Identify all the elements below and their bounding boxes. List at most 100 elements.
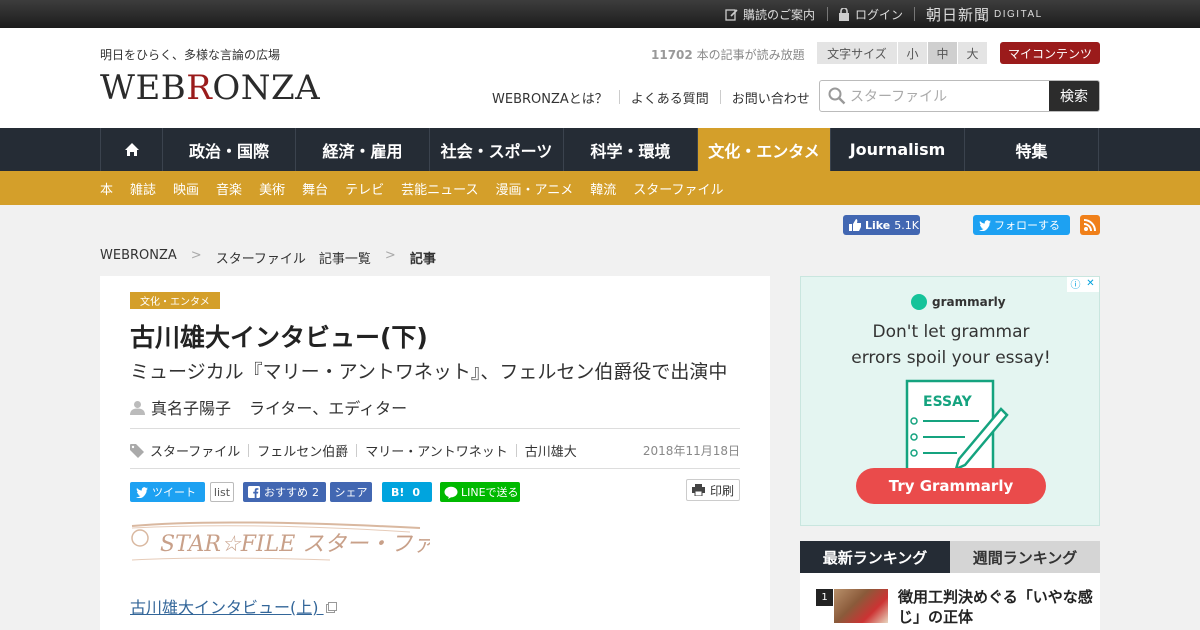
author-name[interactable]: 真名子陽子: [151, 395, 231, 419]
login-link[interactable]: ログイン: [838, 0, 903, 28]
top-bar: 購読のご案内 ログイン 朝日新聞 DIGITAL: [0, 0, 1200, 28]
font-size-small[interactable]: 小: [897, 42, 927, 64]
nav-item-journalism[interactable]: Journalism: [831, 128, 965, 171]
related-article-link[interactable]: 古川雄大インタビュー(上): [130, 594, 337, 618]
my-contents-button[interactable]: マイコンテンツ: [1000, 42, 1100, 64]
breadcrumb-home[interactable]: WEBRONZA: [100, 248, 177, 267]
print-button[interactable]: 印刷: [686, 479, 740, 501]
tag-list: スターファイル フェルセン伯爵 マリー・アントワネット 古川雄大: [130, 441, 577, 460]
facebook-like-button[interactable]: Like 5.1K: [843, 215, 920, 235]
font-size-switcher: 文字サイズ 小 中 大: [817, 42, 987, 64]
tab-weekly-ranking[interactable]: 週間ランキング: [950, 541, 1100, 573]
line-icon: [444, 486, 458, 499]
nav-item-economy[interactable]: 経済・雇用: [296, 128, 430, 171]
person-icon: [130, 400, 145, 415]
facebook-share-button[interactable]: シェア: [330, 482, 372, 502]
subnav-item[interactable]: 舞台: [302, 179, 328, 198]
ranking-item-title[interactable]: 徴用工判決めぐる「いやな感じ」の正体: [898, 587, 1093, 627]
contact-link[interactable]: お問い合わせ: [732, 88, 810, 107]
about-link[interactable]: WEBRONZAとは？: [492, 88, 608, 107]
asahi-digital-logo[interactable]: 朝日新聞 DIGITAL: [926, 0, 1043, 28]
grammarly-ad[interactable]: ⓘ ✕ grammarly Don't let grammar errors s…: [800, 276, 1100, 526]
tag-item[interactable]: 古川雄大: [525, 441, 577, 460]
logo-r: R: [186, 68, 213, 108]
divider: [356, 444, 358, 457]
subnav-item[interactable]: 韓流: [590, 179, 616, 198]
rss-button[interactable]: [1080, 215, 1100, 235]
nav-item-science[interactable]: 科学・環境: [564, 128, 698, 171]
twitter-bird-icon: [136, 486, 148, 498]
subnav-item[interactable]: 芸能ニュース: [401, 179, 478, 198]
divider: [827, 7, 828, 21]
font-size-label: 文字サイズ: [817, 42, 897, 64]
tag-item[interactable]: フェルセン伯爵: [257, 441, 348, 460]
line-share-button[interactable]: LINEで送る: [440, 482, 520, 502]
subnav-item[interactable]: 映画: [173, 179, 199, 198]
tweet-count: list: [210, 482, 234, 502]
printer-icon: [691, 484, 705, 496]
subnav-item[interactable]: スターファイル: [633, 179, 723, 198]
search-button[interactable]: 検索: [1049, 81, 1099, 111]
breadcrumb-section[interactable]: スターファイル 記事一覧: [216, 248, 371, 267]
ad-info-icon[interactable]: ⓘ: [1069, 277, 1082, 291]
ad-close-icon[interactable]: ✕: [1084, 277, 1097, 290]
search-icon: [828, 87, 846, 105]
category-badge[interactable]: 文化・エンタメ: [130, 292, 220, 309]
tag-item[interactable]: スターファイル: [150, 441, 240, 460]
related-link-text: 古川雄大インタビュー(上): [130, 598, 319, 617]
nav-home[interactable]: [101, 128, 163, 171]
nav-item-society[interactable]: 社会・スポーツ: [430, 128, 564, 171]
article-card: 文化・エンタメ 古川雄大インタビュー(下) ミュージカル『マリー・アントワネット…: [100, 276, 770, 630]
tweet-label: ツイート: [152, 486, 196, 499]
nav-item-culture[interactable]: 文化・エンタメ: [698, 128, 831, 171]
search-input[interactable]: [850, 81, 1050, 111]
hatena-bookmark-button[interactable]: B! 0: [382, 482, 432, 502]
subnav-item[interactable]: 漫画・アニメ: [495, 179, 573, 198]
tag-item[interactable]: マリー・アントワネット: [365, 441, 507, 460]
divider: [515, 444, 517, 457]
search-box: 検索: [819, 80, 1100, 112]
divider: [914, 7, 915, 21]
grammarly-brand: grammarly: [911, 294, 1006, 310]
subnav-item[interactable]: 本: [100, 179, 113, 198]
subnav-item[interactable]: 音楽: [216, 179, 242, 198]
subnav-item[interactable]: 雑誌: [130, 179, 156, 198]
article-count-number: 11702: [651, 48, 693, 62]
try-grammarly-button[interactable]: Try Grammarly: [856, 468, 1046, 504]
divider: [719, 90, 721, 104]
nav-item-politics[interactable]: 政治・国際: [163, 128, 296, 171]
print-label: 印刷: [709, 483, 734, 498]
header-links: WEBRONZAとは？ よくある質問 お問い合わせ: [492, 88, 810, 107]
grammarly-brand-name: grammarly: [932, 295, 1006, 309]
site-tagline: 明日をひらく、多様な言論の広場: [100, 48, 281, 62]
nav-item-special[interactable]: 特集: [965, 128, 1099, 171]
ranking-list: 1 徴用工判決めぐる「いやな感じ」の正体: [800, 573, 1100, 630]
article-subtitle: ミュージカル『マリー・アントワネット』、フェルセン伯爵役で出演中: [130, 361, 728, 383]
external-link-icon: [325, 602, 337, 613]
divider: [618, 90, 620, 104]
facebook-recommend-button[interactable]: おすすめ 2: [243, 482, 326, 502]
twitter-follow-button[interactable]: フォローする: [973, 215, 1070, 235]
ranking-thumbnail[interactable]: [834, 589, 888, 623]
subnav-item[interactable]: テレビ: [345, 179, 384, 198]
font-size-medium[interactable]: 中: [927, 42, 957, 64]
sub-nav: 本 雑誌 映画 音楽 美術 舞台 テレビ 芸能ニュース 漫画・アニメ 韓流 スタ…: [0, 171, 1200, 205]
ad-headline-line: errors spoil your essay!: [851, 348, 1051, 368]
tag-icon: [130, 443, 144, 458]
thumbs-up-icon: [849, 219, 861, 231]
like-label: Like: [865, 218, 891, 232]
login-label: ログイン: [855, 7, 904, 22]
font-size-large[interactable]: 大: [957, 42, 987, 64]
webronza-logo[interactable]: WEBRONZA: [100, 68, 320, 108]
author-role: ライター、エディター: [249, 399, 408, 418]
breadcrumb-separator: >: [384, 248, 396, 263]
subnav-item[interactable]: 美術: [259, 179, 285, 198]
faq-link[interactable]: よくある質問: [631, 88, 709, 107]
tab-latest-ranking[interactable]: 最新ランキング: [800, 541, 950, 573]
tweet-button[interactable]: ツイート: [130, 482, 205, 502]
line-label: LINEで送る: [461, 486, 519, 499]
article-count-text: 本の記事が読み放題: [692, 48, 805, 62]
logo-part: ONZA: [212, 68, 321, 108]
star-file-logo: STAR☆FILE スター・ファイル: [131, 521, 430, 561]
subscribe-link[interactable]: 購読のご案内: [725, 0, 815, 28]
